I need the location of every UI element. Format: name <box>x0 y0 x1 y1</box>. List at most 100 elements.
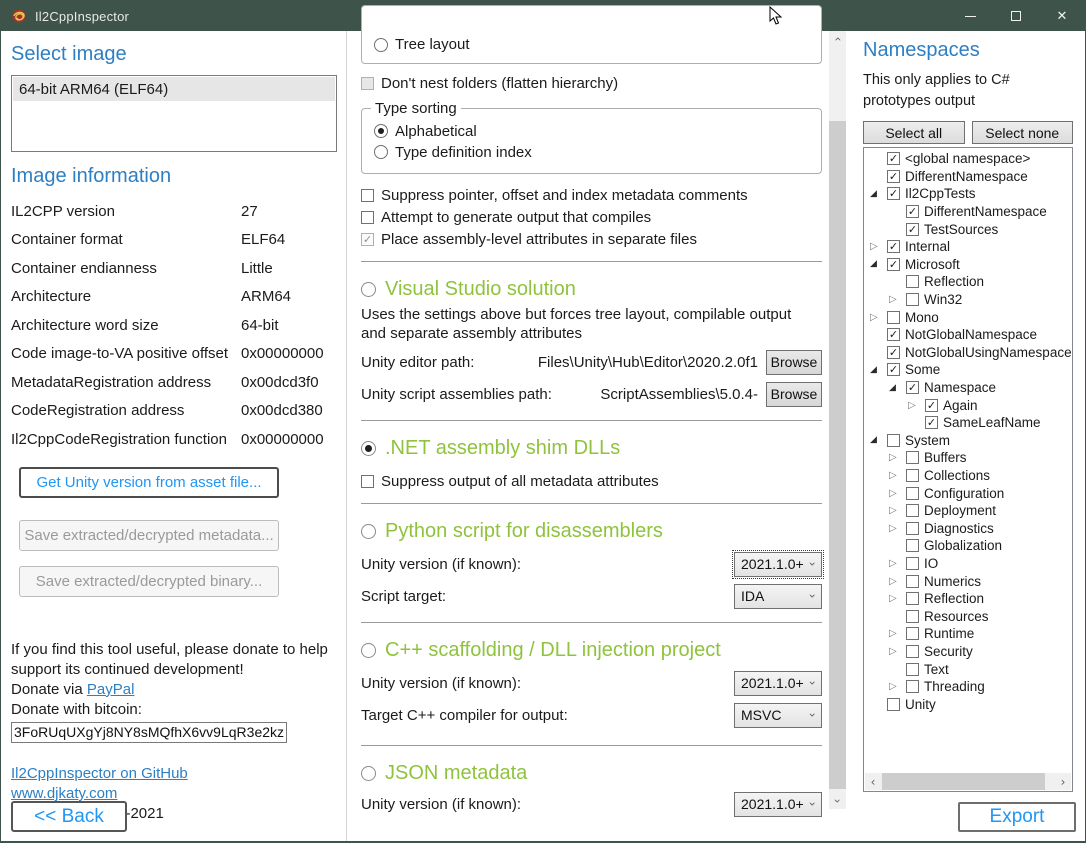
minimize-button[interactable] <box>947 1 993 31</box>
radio-python-script[interactable]: Python script for disassemblers <box>361 518 822 545</box>
tree-item[interactable]: Resources <box>865 607 1071 625</box>
tree-checkbox[interactable] <box>906 610 919 623</box>
tree-item[interactable]: NotGlobalNamespace <box>865 326 1071 344</box>
tree-item[interactable]: ◢Microsoft <box>865 256 1071 274</box>
tree-checkbox[interactable] <box>887 170 900 183</box>
tree-checkbox[interactable] <box>906 205 919 218</box>
options-vertical-scrollbar[interactable]: › › <box>829 31 846 809</box>
tree-checkbox[interactable] <box>887 258 900 271</box>
scroll-down-icon[interactable]: › <box>829 793 846 809</box>
tree-item[interactable]: ▷IO <box>865 555 1071 573</box>
tree-item[interactable]: ◢System <box>865 432 1071 450</box>
scroll-up-icon[interactable]: › <box>829 31 846 47</box>
tree-item[interactable]: ▷Deployment <box>865 502 1071 520</box>
save-metadata-button[interactable]: Save extracted/decrypted metadata... <box>19 520 279 551</box>
select-all-button[interactable]: Select all <box>863 121 965 144</box>
expand-icon[interactable]: ▷ <box>889 646 906 657</box>
tree-item[interactable]: <global namespace> <box>865 150 1071 168</box>
collapse-icon[interactable]: ◢ <box>889 383 906 393</box>
tree-item[interactable]: ◢Il2CppTests <box>865 185 1071 203</box>
radio-tree-layout[interactable]: Tree layout <box>374 36 469 53</box>
unity-script-assemblies-path-value[interactable]: -5.0.4\ScriptAssemblies <box>552 386 766 403</box>
tree-checkbox[interactable] <box>906 592 919 605</box>
tree-checkbox[interactable] <box>887 363 900 376</box>
tree-checkbox[interactable] <box>906 381 919 394</box>
collapse-icon[interactable]: ◢ <box>870 259 887 269</box>
collapse-icon[interactable]: ◢ <box>870 435 887 445</box>
tree-checkbox[interactable] <box>906 680 919 693</box>
expand-icon[interactable]: ▷ <box>889 558 906 569</box>
expand-icon[interactable]: ▷ <box>889 470 906 481</box>
tree-item[interactable]: ▷Runtime <box>865 625 1071 643</box>
tree-checkbox[interactable] <box>906 223 919 236</box>
tree-checkbox[interactable] <box>906 627 919 640</box>
export-button[interactable]: Export <box>958 802 1076 832</box>
radio-dotnet-shim-dlls[interactable]: .NET assembly shim DLLs <box>361 435 822 462</box>
tree-checkbox[interactable] <box>906 275 919 288</box>
tree-item[interactable]: ▷Again <box>865 396 1071 414</box>
tree-checkbox[interactable] <box>887 152 900 165</box>
collapse-icon[interactable]: ◢ <box>870 189 887 199</box>
tree-checkbox[interactable] <box>906 504 919 517</box>
radio-cpp-scaffolding[interactable]: C++ scaffolding / DLL injection project <box>361 637 822 664</box>
get-unity-version-button[interactable]: Get Unity version from asset file... <box>19 467 279 498</box>
maximize-button[interactable] <box>993 1 1039 31</box>
expand-icon[interactable]: ▷ <box>889 523 906 534</box>
scrollbar-thumb[interactable] <box>882 773 1045 790</box>
radio-alphabetical[interactable]: Alphabetical <box>374 122 809 140</box>
tree-item[interactable]: Globalization <box>865 537 1071 555</box>
expand-icon[interactable]: ▷ <box>889 593 906 604</box>
radio-type-definition-index[interactable]: Type definition index <box>374 143 809 161</box>
tree-checkbox[interactable] <box>887 311 900 324</box>
scroll-left-icon[interactable]: ‹ <box>865 773 881 790</box>
paypal-link[interactable]: PayPal <box>87 681 135 698</box>
tree-item[interactable]: DifferentNamespace <box>865 203 1071 221</box>
tree-checkbox[interactable] <box>906 469 919 482</box>
tree-checkbox[interactable] <box>906 663 919 676</box>
expand-icon[interactable]: ▷ <box>889 628 906 639</box>
save-binary-button[interactable]: Save extracted/decrypted binary... <box>19 566 279 597</box>
scrollbar-thumb[interactable] <box>829 121 846 789</box>
tree-checkbox[interactable] <box>887 328 900 341</box>
expand-icon[interactable]: ▷ <box>908 400 925 411</box>
browse-editor-path-button[interactable]: Browse <box>766 350 822 375</box>
tree-checkbox[interactable] <box>906 575 919 588</box>
expand-icon[interactable]: ▷ <box>889 681 906 692</box>
expand-icon[interactable]: ▷ <box>889 505 906 516</box>
tree-item[interactable]: ▷Collections <box>865 467 1071 485</box>
tree-item[interactable]: DifferentNamespace <box>865 168 1071 186</box>
json-unity-version-dropdown[interactable]: 2021.1.0+ › <box>734 792 822 817</box>
unity-version-dropdown[interactable]: 2021.1.0+ › <box>734 552 822 577</box>
select-none-button[interactable]: Select none <box>972 121 1074 144</box>
tree-item[interactable]: ▷Configuration <box>865 484 1071 502</box>
cpp-unity-version-dropdown[interactable]: 2021.1.0+ › <box>734 671 822 696</box>
tree-item[interactable]: ▷Win32 <box>865 291 1071 309</box>
tree-item[interactable]: ▷Buffers <box>865 449 1071 467</box>
tree-checkbox[interactable] <box>887 187 900 200</box>
checkbox-dont-nest[interactable]: Don't nest folders (flatten hierarchy) <box>361 74 822 92</box>
target-compiler-dropdown[interactable]: MSVC › <box>734 703 822 728</box>
github-link[interactable]: Il2CppInspector on GitHub <box>11 765 188 782</box>
tree-item[interactable]: ◢Namespace <box>865 379 1071 397</box>
tree-checkbox[interactable] <box>906 645 919 658</box>
tree-item[interactable]: ▷Reflection <box>865 590 1071 608</box>
tree-item[interactable]: Text <box>865 660 1071 678</box>
tree-item[interactable]: NotGlobalUsingNamespace <box>865 344 1071 362</box>
tree-item[interactable]: ▷Internal <box>865 238 1071 256</box>
expand-icon[interactable]: ▷ <box>889 452 906 463</box>
radio-json-metadata[interactable]: JSON metadata <box>361 760 822 787</box>
tree-item[interactable]: ▷Numerics <box>865 572 1071 590</box>
tree-item[interactable]: ▷Security <box>865 643 1071 661</box>
back-button[interactable]: << Back <box>11 801 127 832</box>
image-listbox[interactable]: 64-bit ARM64 (ELF64) <box>11 75 337 152</box>
image-list-item[interactable]: 64-bit ARM64 (ELF64) <box>13 77 335 101</box>
radio-visual-studio-solution[interactable]: Visual Studio solution <box>361 276 822 303</box>
tree-checkbox[interactable] <box>906 293 919 306</box>
bitcoin-address-input[interactable] <box>11 722 287 743</box>
tree-checkbox[interactable] <box>925 416 938 429</box>
script-target-dropdown[interactable]: IDA › <box>734 584 822 609</box>
tree-checkbox[interactable] <box>887 434 900 447</box>
tree-item[interactable]: TestSources <box>865 220 1071 238</box>
expand-icon[interactable]: ▷ <box>889 576 906 587</box>
tree-checkbox[interactable] <box>887 240 900 253</box>
